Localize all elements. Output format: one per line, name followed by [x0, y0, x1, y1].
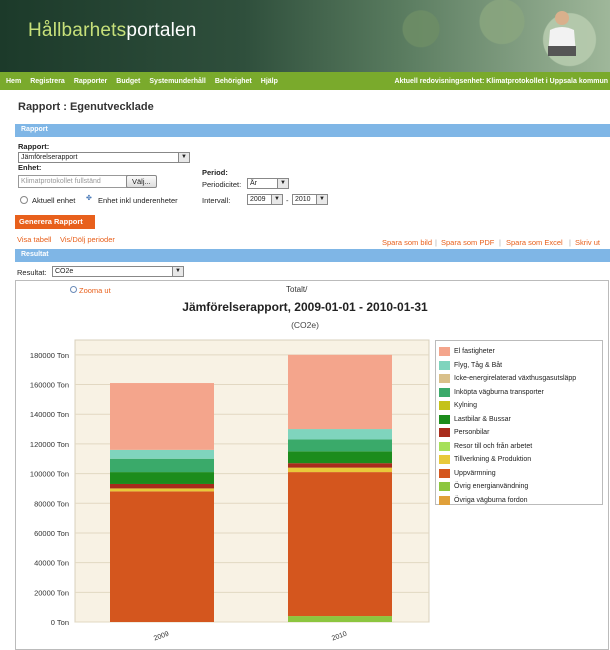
legend-label: Övrig energianvändning: [454, 483, 529, 491]
bar-segment: [110, 483, 214, 489]
legend-swatch: [439, 414, 450, 424]
legend-swatch: [439, 428, 450, 438]
bar-segment: [288, 472, 392, 617]
bar-segment: [110, 458, 214, 473]
y-tick-label: 100000 Ton: [30, 470, 69, 479]
legend-label: Kylning: [454, 402, 477, 410]
legend-item[interactable]: Icke-energirelaterad växthusgasutsläpp: [439, 372, 599, 386]
legend-swatch: [439, 360, 450, 370]
y-tick-label: 120000 Ton: [30, 440, 69, 449]
chart-legend: El fastigheter Flyg, Tåg & Båt Icke-energi…: [435, 340, 603, 505]
stacked-bar-chart: 0 Ton 20000 Ton 40000 Ton 60000 Ton 80000 To…: [30, 339, 430, 643]
y-tick-label: 60000 Ton: [34, 529, 69, 538]
y-tick-label: 40000 Ton: [34, 559, 69, 568]
legend-swatch: [439, 495, 450, 505]
legend-swatch: [439, 482, 450, 492]
legend-label: El fastigheter: [454, 348, 495, 356]
y-tick-label: 0 Ton: [51, 618, 69, 627]
legend-swatch: [439, 455, 450, 465]
y-tick-label: 80000 Ton: [34, 499, 69, 508]
legend-swatch: [439, 401, 450, 411]
x-tick-label: 2010: [331, 631, 348, 643]
legend-item[interactable]: Uppvärmning: [439, 467, 599, 481]
y-tick-label: 180000 Ton: [30, 351, 69, 360]
legend-item[interactable]: El fastigheter: [439, 345, 599, 359]
bar-segment: [110, 488, 214, 492]
bar-segment: [288, 429, 392, 440]
legend-swatch: [439, 387, 450, 397]
bar-segment: [110, 383, 214, 450]
y-tick-label: 140000 Ton: [30, 410, 69, 419]
bar-segment: [288, 451, 392, 464]
legend-label: Icke-energirelaterad växthusgasutsläpp: [454, 375, 577, 383]
bar-segment: [110, 491, 214, 622]
legend-label: Resor till och från arbetet: [454, 442, 533, 450]
bar-segment: [288, 463, 392, 468]
legend-label: Personbilar: [454, 429, 490, 437]
bar-segment: [288, 439, 392, 452]
legend-item[interactable]: Personbilar: [439, 426, 599, 440]
legend-item[interactable]: Inköpta vägburna transporter: [439, 386, 599, 400]
legend-label: Inköpta vägburna transporter: [454, 388, 544, 396]
legend-label: Flyg, Tåg & Båt: [454, 361, 503, 369]
legend-item[interactable]: Kylning: [439, 399, 599, 413]
legend-item[interactable]: Resor till och från arbetet: [439, 440, 599, 454]
bar-segment: [110, 472, 214, 484]
bar-segment: [288, 467, 392, 473]
y-tick-label: 20000 Ton: [34, 588, 69, 597]
legend-label: Uppvärmning: [454, 469, 496, 477]
legend-item[interactable]: Övriga vägburna fordon: [439, 494, 599, 508]
legend-label: Lastbilar & Bussar: [454, 415, 511, 423]
legend-item[interactable]: Övrig energianvändning: [439, 480, 599, 494]
legend-item[interactable]: Lastbilar & Bussar: [439, 413, 599, 427]
legend-swatch: [439, 374, 450, 384]
legend-item[interactable]: Flyg, Tåg & Båt: [439, 359, 599, 373]
legend-label: Övriga vägburna fordon: [454, 496, 528, 504]
bar-segment: [288, 616, 392, 622]
legend-swatch: [439, 441, 450, 451]
bar-segment: [110, 449, 214, 459]
bar-segment: [288, 354, 392, 430]
legend-label: Tillverkning & Produktion: [454, 456, 532, 464]
legend-item[interactable]: Tillverkning & Produktion: [439, 453, 599, 467]
x-tick-label: 2009: [153, 631, 170, 643]
legend-swatch: [439, 347, 450, 357]
legend-swatch: [439, 468, 450, 478]
y-tick-label: 160000 Ton: [30, 381, 69, 390]
